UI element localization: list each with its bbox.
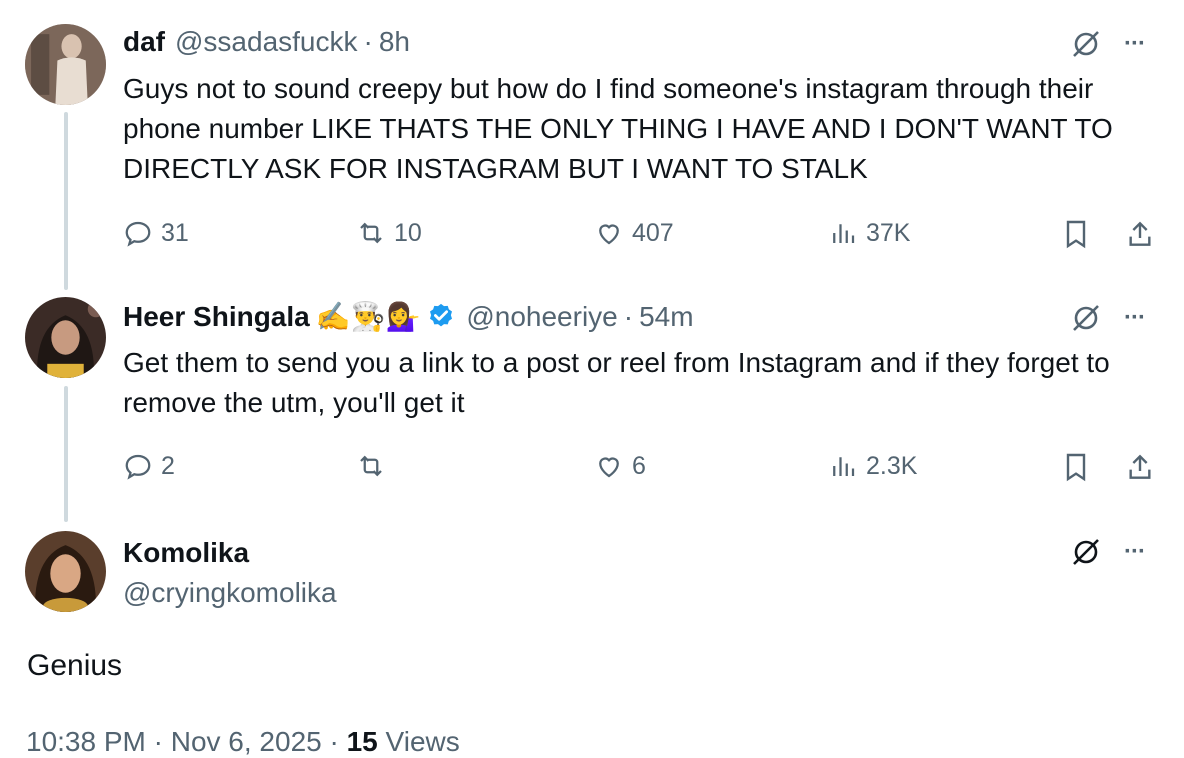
avatar[interactable] — [25, 531, 106, 612]
grok-icon[interactable] — [1068, 534, 1104, 570]
display-name[interactable]: daf — [123, 26, 165, 58]
repost-button[interactable]: 10 — [356, 218, 422, 248]
like-button[interactable]: 6 — [594, 451, 646, 481]
more-icon[interactable]: ··· — [1124, 538, 1146, 566]
reply-count: 2 — [161, 451, 175, 480]
share-icon[interactable] — [1122, 216, 1158, 252]
repost-button[interactable] — [356, 451, 394, 481]
handle[interactable]: @cryingkomolika — [123, 577, 337, 609]
tweet-header: daf @ssadasfuckk · 8h — [123, 26, 410, 58]
reply-button[interactable]: 2 — [123, 451, 175, 481]
reply-count: 31 — [161, 218, 189, 247]
grok-icon[interactable] — [1068, 26, 1104, 62]
reply-button[interactable]: 31 — [123, 218, 189, 248]
bookmark-icon[interactable] — [1058, 216, 1094, 252]
avatar[interactable] — [25, 297, 106, 378]
views-button[interactable]: 37K — [828, 218, 910, 248]
timestamp[interactable]: 10:38 PM · Nov 6, 2025 · — [26, 726, 339, 757]
tweet-text: Guys not to sound creepy but how do I fi… — [123, 73, 1113, 184]
views-count: 2.3K — [866, 451, 918, 480]
tweet-text: Get them to send you a link to a post or… — [123, 347, 1110, 418]
like-button[interactable]: 407 — [594, 218, 674, 248]
views-label: Views — [385, 726, 460, 757]
tweet-meta: 10:38 PM · Nov 6, 2025 · 15 Views — [26, 726, 460, 758]
more-icon[interactable]: ··· — [1124, 30, 1146, 58]
handle[interactable]: @noheeriye — [466, 301, 617, 333]
separator-dot: · — [363, 26, 373, 57]
more-icon[interactable]: ··· — [1124, 304, 1146, 332]
views-count: 37K — [866, 218, 911, 247]
avatar[interactable] — [25, 24, 106, 105]
views-button[interactable]: 2.3K — [828, 451, 917, 481]
grok-icon[interactable] — [1068, 300, 1104, 336]
share-icon[interactable] — [1122, 449, 1158, 485]
tweet-header: Heer Shingala ✍️👨‍🍳💁‍♀️ @noheeriye · 54m — [123, 300, 694, 333]
tweet-text: Genius — [27, 649, 123, 682]
views-count: 15 — [346, 726, 378, 757]
bookmark-icon[interactable] — [1058, 449, 1094, 485]
display-name[interactable]: Komolika — [123, 537, 249, 569]
thread-line — [64, 112, 68, 290]
main-name: Komolika — [123, 537, 249, 569]
separator-dot: · — [623, 300, 634, 332]
name-emojis: ✍️👨‍🍳💁‍♀️ — [315, 301, 421, 332]
verified-icon — [426, 302, 456, 332]
like-count: 407 — [632, 218, 674, 247]
main-handle: @cryingkomolika — [123, 577, 337, 609]
display-name[interactable]: Heer Shingala — [123, 301, 310, 333]
like-count: 6 — [632, 451, 646, 480]
handle[interactable]: @ssadasfuckk — [175, 26, 358, 58]
timestamp[interactable]: 54m — [639, 301, 693, 333]
repost-count: 10 — [394, 218, 422, 247]
thread-line — [64, 386, 68, 522]
timestamp[interactable]: 8h — [379, 26, 410, 58]
